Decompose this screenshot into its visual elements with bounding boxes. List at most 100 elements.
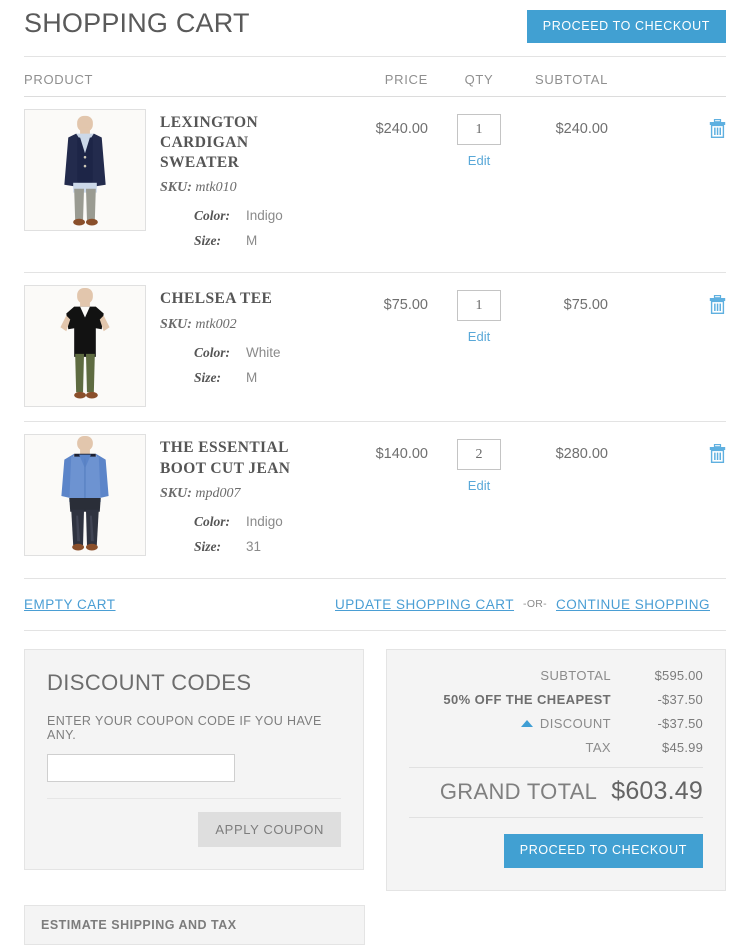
estimate-shipping-panel[interactable]: ESTIMATE SHIPPING AND TAX	[24, 904, 365, 945]
option-value-color: Indigo	[246, 513, 283, 529]
sku-value: mtk002	[195, 316, 237, 332]
black-v-neck-tee-image	[25, 286, 145, 407]
totals-label: DISCOUNT	[539, 715, 611, 731]
page-header: SHOPPING CART PROCEED TO CHECKOUT	[0, 0, 750, 56]
edit-item-link[interactable]: Edit	[434, 478, 524, 493]
qty-cell: Edit	[434, 109, 524, 168]
totals-value: $595.00	[654, 667, 703, 683]
discount-codes-title: DISCOUNT CODES	[47, 669, 252, 695]
edit-item-link[interactable]: Edit	[434, 153, 524, 168]
or-separator: -OR-	[523, 598, 547, 611]
product-name[interactable]: LEXINGTON CARDIGAN SWEATER	[160, 113, 310, 173]
totals-label: SUBTOTAL	[540, 667, 611, 683]
product-subtotal: $280.00	[555, 446, 608, 463]
product-thumbnail[interactable]	[24, 285, 146, 408]
sku-label: SKU:	[160, 316, 192, 332]
blue-shirt-boot-cut-jean-image	[25, 435, 145, 556]
sku-label: SKU:	[160, 180, 192, 196]
product-sku: SKU: mpd007	[160, 486, 310, 502]
product-subtotal: $240.00	[555, 121, 608, 137]
totals-value: -$37.50	[657, 715, 703, 731]
option-label-color: Color:	[194, 513, 231, 529]
option-label-size: Size:	[194, 233, 221, 249]
totals-row-discount: DISCOUNT -$37.50	[409, 716, 703, 731]
quantity-input[interactable]	[457, 114, 501, 145]
option-label-size: Size:	[194, 538, 221, 554]
proceed-to-checkout-button-bottom[interactable]: PROCEED TO CHECKOUT	[503, 833, 703, 868]
quantity-input[interactable]	[457, 290, 501, 322]
product-name[interactable]: THE ESSENTIAL BOOT CUT JEAN	[160, 438, 310, 478]
grand-total-value: $603.49	[611, 776, 703, 805]
cart-actions: EMPTY CART UPDATE SHOPPING CART -OR- CON…	[24, 579, 726, 631]
cart-table: PRODUCT PRICE QTY SUBTOTAL LEXINGTON CAR…	[24, 57, 726, 579]
sku-label: SKU:	[160, 485, 192, 501]
option-color: Color: White	[194, 345, 281, 361]
option-size: Size: M	[194, 233, 310, 249]
apply-coupon-button[interactable]: APPLY COUPON	[198, 811, 341, 847]
sku-value: mtk010	[195, 180, 237, 196]
trash-icon[interactable]	[709, 119, 726, 138]
totals-label: 50% OFF THE CHEAPEST	[443, 691, 611, 707]
option-size: Size: M	[194, 370, 281, 386]
discount-footer: APPLY COUPON	[47, 797, 341, 847]
totals-row-tax: TAX $45.99	[409, 740, 703, 755]
table-row: CHELSEA TEE SKU: mtk002 Color: White Siz…	[24, 273, 726, 423]
remove-cell	[634, 109, 726, 138]
option-value-size: M	[246, 369, 258, 385]
totals-row-subtotal: SUBTOTAL $595.00	[409, 668, 703, 683]
totals-value: -$37.50	[657, 691, 703, 707]
option-color: Color: Indigo	[194, 208, 310, 224]
trash-icon[interactable]	[709, 444, 726, 464]
edit-item-link[interactable]: Edit	[434, 329, 524, 344]
remove-cell	[634, 285, 726, 315]
empty-cart-link[interactable]: EMPTY CART	[24, 597, 116, 612]
product-options: Color: Indigo Size: M	[160, 208, 310, 249]
product-price: $75.00	[383, 297, 428, 314]
totals-value: $45.99	[662, 739, 703, 755]
option-value-size: 31	[246, 538, 262, 554]
product-price: $140.00	[375, 446, 428, 463]
totals-footer: PROCEED TO CHECKOUT	[409, 818, 703, 868]
trash-icon[interactable]	[709, 295, 726, 315]
product-subtotal: $75.00	[563, 297, 608, 314]
product-price: $240.00	[375, 121, 428, 137]
sku-value: mpd007	[195, 485, 241, 501]
triangle-up-icon[interactable]	[520, 719, 533, 727]
continue-shopping-link[interactable]: CONTINUE SHOPPING	[556, 597, 710, 612]
discount-codes-panel: DISCOUNT CODES ENTER YOUR COUPON CODE IF…	[24, 648, 364, 870]
update-shopping-cart-link[interactable]: UPDATE SHOPPING CART	[335, 597, 514, 612]
column-header-product: PRODUCT	[24, 72, 94, 87]
column-header-qty: QTY	[464, 72, 494, 87]
product-thumbnail[interactable]	[24, 434, 146, 557]
cart-table-header: PRODUCT PRICE QTY SUBTOTAL	[24, 57, 726, 97]
proceed-to-checkout-button-top[interactable]: PROCEED TO CHECKOUT	[526, 10, 726, 43]
page-title: SHOPPING CART	[24, 8, 250, 38]
navy-cardigan-sweater-image	[25, 110, 145, 230]
option-size: Size: 31	[194, 539, 310, 555]
quantity-input[interactable]	[457, 439, 501, 471]
option-label-color: Color:	[194, 208, 231, 224]
option-value-color: White	[246, 344, 281, 360]
grand-total-label: GRAND TOTAL	[439, 778, 598, 804]
product-sku: SKU: mtk002	[160, 317, 281, 333]
discount-codes-subtitle: ENTER YOUR COUPON CODE IF YOU HAVE ANY.	[47, 713, 322, 742]
option-label-size: Size:	[194, 369, 221, 385]
option-label-color: Color:	[194, 344, 231, 360]
column-header-price: PRICE	[384, 72, 428, 87]
option-value-size: M	[246, 233, 258, 249]
coupon-code-input[interactable]	[47, 753, 235, 782]
product-options: Color: Indigo Size: 31	[160, 514, 310, 555]
option-value-color: Indigo	[246, 208, 283, 224]
product-name[interactable]: CHELSEA TEE	[160, 289, 281, 309]
grand-total-row: GRAND TOTAL $603.49	[409, 766, 703, 818]
estimate-shipping-title: ESTIMATE SHIPPING AND TAX	[41, 917, 237, 932]
cart-actions-right: UPDATE SHOPPING CART -OR- CONTINUE SHOPP…	[335, 597, 710, 612]
table-row: THE ESSENTIAL BOOT CUT JEAN SKU: mpd007 …	[24, 422, 726, 579]
cart-footer-panels: DISCOUNT CODES ENTER YOUR COUPON CODE IF…	[24, 648, 726, 891]
totals-label: TAX	[585, 739, 611, 755]
totals-row-promo: 50% OFF THE CHEAPEST -$37.50	[409, 692, 703, 707]
remove-cell	[634, 434, 726, 464]
totals-panel: SUBTOTAL $595.00 50% OFF THE CHEAPEST -$…	[386, 648, 726, 891]
column-header-subtotal: SUBTOTAL	[534, 72, 608, 87]
product-thumbnail[interactable]	[24, 109, 146, 231]
